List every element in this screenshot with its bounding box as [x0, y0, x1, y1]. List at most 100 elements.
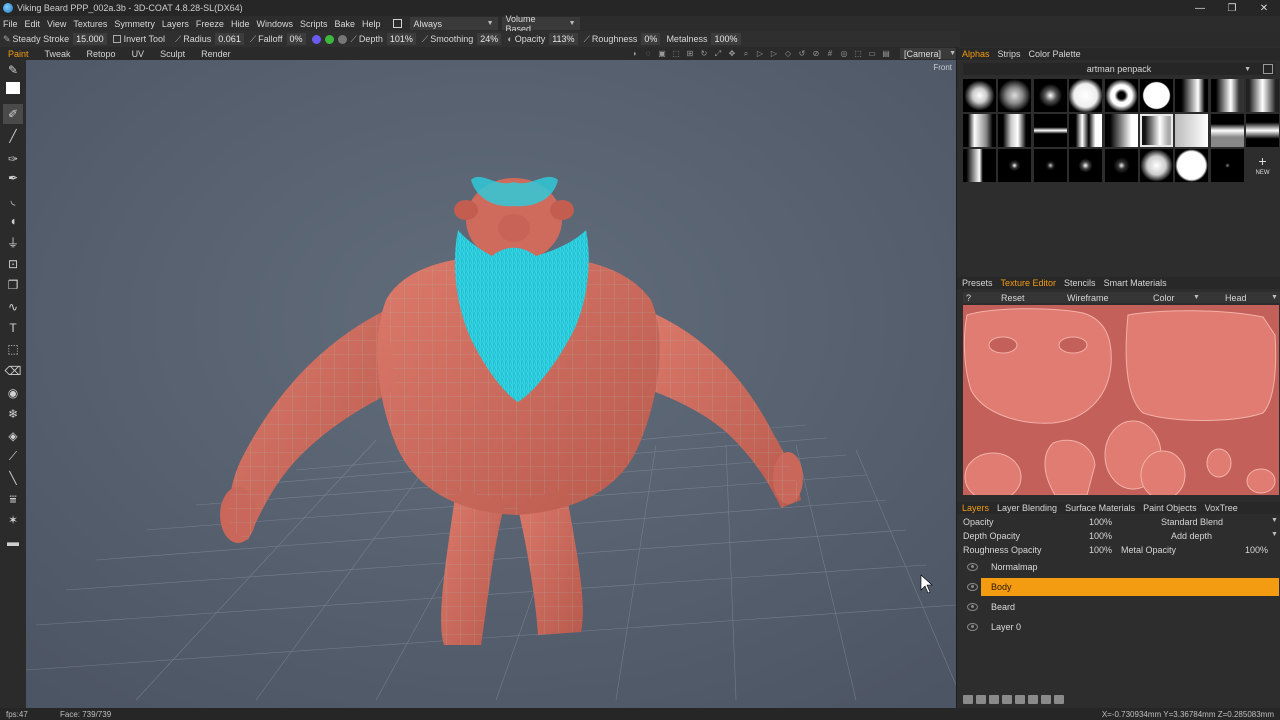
- eye-icon[interactable]: [967, 603, 978, 611]
- room-tab-paint[interactable]: Paint: [0, 49, 37, 59]
- tab-stencils[interactable]: Stencils: [1059, 278, 1099, 288]
- tab-layers[interactable]: Layers: [957, 503, 992, 513]
- no-icon[interactable]: ⊘: [810, 48, 822, 59]
- roughness-option[interactable]: Roughness 0%: [592, 33, 661, 45]
- alpha-brush-thumbnail[interactable]: [1246, 114, 1279, 147]
- blend-mode-dropdown-value[interactable]: Standard Blend: [1161, 517, 1223, 527]
- reset-button[interactable]: Reset: [1001, 292, 1025, 303]
- menu-help[interactable]: Help: [359, 19, 385, 29]
- menu-textures[interactable]: Textures: [70, 19, 111, 29]
- cycle-icon[interactable]: ↺: [796, 48, 808, 59]
- room-tab-tweak[interactable]: Tweak: [37, 49, 79, 59]
- preset-options-icon[interactable]: [1263, 64, 1273, 74]
- alpha-brush-thumbnail[interactable]: [1175, 114, 1208, 147]
- alpha-brush-thumbnail[interactable]: [1105, 114, 1138, 147]
- duplicate-layer-icon[interactable]: [989, 695, 999, 704]
- alpha-brush-thumbnail[interactable]: [1140, 79, 1173, 112]
- depth-option[interactable]: Depth 101%: [359, 33, 416, 45]
- visibility-tool-icon[interactable]: ◉: [3, 383, 23, 403]
- move-up-icon[interactable]: [1015, 695, 1025, 704]
- ruler-tool-icon[interactable]: ▬: [3, 532, 23, 552]
- roughness-opacity-value[interactable]: 100%: [1089, 545, 1112, 555]
- room-tab-sculpt[interactable]: Sculpt: [152, 49, 193, 59]
- opacity-value[interactable]: 113%: [549, 33, 578, 45]
- menu-windows[interactable]: Windows: [253, 19, 297, 29]
- falloff-option[interactable]: Falloff 0%: [258, 33, 306, 45]
- tab-voxtree[interactable]: VoxTree: [1200, 503, 1241, 513]
- tab-presets[interactable]: Presets: [957, 278, 996, 288]
- alpha-brush-thumbnail[interactable]: [1211, 79, 1244, 112]
- metalness-value[interactable]: 100%: [711, 33, 741, 45]
- radius-value[interactable]: 0.061: [215, 33, 244, 45]
- alpha-brush-thumbnail[interactable]: [1246, 79, 1279, 112]
- color-swatch[interactable]: [3, 78, 23, 98]
- eraser-tool-icon[interactable]: ⌫: [3, 361, 23, 381]
- paint-brush-tool-icon[interactable]: ✐: [3, 104, 23, 124]
- alpha-brush-thumbnail[interactable]: [1140, 114, 1173, 147]
- room-tab-render[interactable]: Render: [193, 49, 239, 59]
- tab-surface-materials[interactable]: Surface Materials: [1060, 503, 1138, 513]
- maximize-button[interactable]: ❐: [1216, 0, 1248, 16]
- layer-row[interactable]: Beard: [963, 598, 1280, 616]
- layer-row[interactable]: Layer 0: [963, 618, 1280, 636]
- depth-channel-icon[interactable]: [311, 34, 321, 44]
- alpha-preset-dropdown[interactable]: artman penpack ▼: [963, 63, 1275, 75]
- pan-icon[interactable]: ⤢: [712, 48, 724, 59]
- eye-icon[interactable]: [967, 623, 978, 631]
- checkbox-toggle[interactable]: [392, 19, 402, 28]
- merge-layer-icon[interactable]: [1002, 695, 1012, 704]
- eyedropper-tool-icon[interactable]: ⟋: [3, 446, 23, 466]
- radius-option[interactable]: Radius 0.061: [183, 33, 244, 45]
- curve-tool-icon[interactable]: ∿: [3, 297, 23, 317]
- room-tab-retopo[interactable]: Retopo: [79, 49, 124, 59]
- alpha-brush-thumbnail[interactable]: [1034, 149, 1067, 182]
- object-dropdown-value[interactable]: Head: [1225, 292, 1247, 303]
- layer-folder-icon[interactable]: [1054, 695, 1064, 704]
- layer-row[interactable]: Normalmap: [963, 558, 1280, 576]
- shading-icon[interactable]: ◌: [642, 48, 654, 59]
- transform-tool-icon[interactable]: ⊡: [3, 254, 23, 274]
- freeze-tool-icon[interactable]: ❄: [3, 404, 23, 424]
- steady-stroke-option[interactable]: Steady Stroke 15.000: [13, 33, 107, 45]
- grid-icon[interactable]: #: [824, 48, 836, 59]
- rotate-icon[interactable]: ↻: [698, 48, 710, 59]
- opacity-option[interactable]: Opacity 113%: [515, 33, 578, 45]
- move-icon[interactable]: ✥: [726, 48, 738, 59]
- move-down-icon[interactable]: [1028, 695, 1038, 704]
- new-alpha-button[interactable]: + NEW: [1246, 149, 1279, 182]
- alpha-brush-thumbnail[interactable]: [1034, 114, 1067, 147]
- butterfly-tool-icon[interactable]: ✶: [3, 510, 23, 530]
- alpha-brush-thumbnail[interactable]: [1105, 79, 1138, 112]
- alpha-brush-thumbnail[interactable]: [963, 114, 996, 147]
- alpha-brush-thumbnail[interactable]: [998, 79, 1031, 112]
- metalness-option[interactable]: Metalness 100%: [666, 33, 741, 45]
- frame-icon[interactable]: ⬚: [670, 48, 682, 59]
- menu-view[interactable]: View: [44, 19, 70, 29]
- tab-paint-objects[interactable]: Paint Objects: [1138, 503, 1200, 513]
- smoothing-value[interactable]: 24%: [477, 33, 502, 45]
- render-mode-icon[interactable]: ◑: [628, 48, 640, 59]
- alpha-brush-thumbnail[interactable]: [998, 149, 1031, 182]
- all-icon[interactable]: ◇: [782, 48, 794, 59]
- alpha-brush-thumbnail[interactable]: [963, 149, 996, 182]
- screen-icon[interactable]: ▭: [866, 48, 878, 59]
- metal-opacity-value[interactable]: 100%: [1245, 545, 1268, 555]
- layer-opacity-value[interactable]: 100%: [1089, 517, 1112, 527]
- tab-smart-materials[interactable]: Smart Materials: [1099, 278, 1170, 288]
- smoothing-option[interactable]: Smoothing 24%: [430, 33, 502, 45]
- alpha-brush-thumbnail[interactable]: [1140, 149, 1173, 182]
- tab-strips[interactable]: Strips: [993, 49, 1024, 59]
- layout-icon[interactable]: ▤: [880, 48, 892, 59]
- camera-dropdown[interactable]: [Camera] ▼: [900, 48, 960, 59]
- spray-tool-icon[interactable]: ✒: [3, 168, 23, 188]
- alpha-brush-thumbnail[interactable]: [963, 79, 996, 112]
- minimize-button[interactable]: —: [1184, 0, 1216, 16]
- wireframe-toggle[interactable]: Wireframe: [1067, 292, 1109, 303]
- alpha-brush-thumbnail[interactable]: [1069, 79, 1102, 112]
- eye-icon[interactable]: [967, 563, 978, 571]
- delete-layer-icon[interactable]: [976, 695, 986, 704]
- brush-tool-icon[interactable]: ✎: [3, 60, 23, 80]
- new-layer-icon[interactable]: [963, 695, 973, 704]
- gloss-channel-icon[interactable]: [337, 34, 347, 44]
- alpha-brush-thumbnail[interactable]: [1069, 149, 1102, 182]
